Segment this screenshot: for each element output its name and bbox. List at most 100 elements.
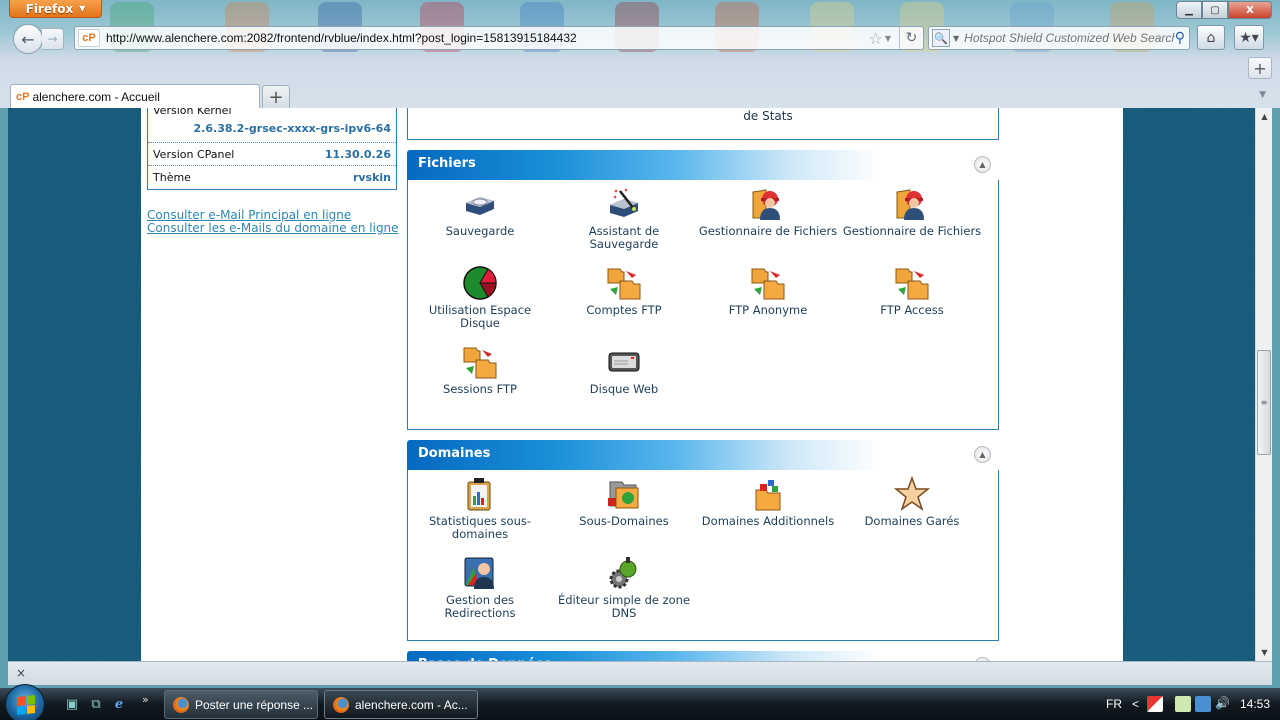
show-desktop-icon[interactable]: ▣ <box>64 696 80 712</box>
feature-item[interactable]: Disque Web <box>552 342 696 421</box>
search-engine-dropdown-icon[interactable]: ▼ <box>953 34 959 43</box>
new-tab-side-button[interactable]: + <box>1248 57 1272 79</box>
network-icon[interactable] <box>1195 696 1212 712</box>
new-tab-button[interactable]: + <box>262 85 290 108</box>
bookmark-star-icon[interactable]: ☆ <box>869 29 883 48</box>
find-bar: × <box>8 661 1272 685</box>
feature-item[interactable]: Utilisation Espace Disque <box>408 263 552 342</box>
firefox-menu-label: Firefox <box>25 1 74 16</box>
scrollbar-thumb[interactable]: ≡ <box>1257 350 1271 455</box>
taskbar-window-button[interactable]: Poster une réponse ... <box>164 690 318 719</box>
feature-sections: de Stats Fichiers ▲ Sauvegarde Assistant … <box>407 108 999 661</box>
power-icon[interactable] <box>1175 696 1192 712</box>
vertical-scrollbar[interactable]: ▲ ≡ ▼ <box>1255 108 1272 661</box>
scroll-down-icon[interactable]: ▼ <box>1256 644 1272 661</box>
firefox-icon <box>173 696 189 713</box>
taskbar-window-label: Poster une réponse ... <box>195 697 314 712</box>
subdomains-folder-icon <box>606 476 642 512</box>
feature-item-label: Statistiques sous-domaines <box>428 514 532 541</box>
redirects-person-icon <box>462 555 498 591</box>
home-button[interactable]: ⌂ <box>1197 25 1225 50</box>
feature-item[interactable]: Éditeur simple de zone DNS <box>552 553 696 632</box>
show-hidden-icons-button[interactable]: < <box>1132 697 1139 711</box>
stats-item-label[interactable]: de Stats <box>708 109 828 123</box>
server-info-table: Version Kernel 2.6.38.2-grsec-xxxx-grs-i… <box>147 108 397 190</box>
feature-item[interactable]: Gestionnaire de Fichiers <box>840 184 984 263</box>
quicklaunch-overflow-icon[interactable]: » <box>142 693 149 706</box>
feature-item-label: Disque Web <box>589 382 659 396</box>
bookmarks-star-icon: ★▾ <box>1239 29 1259 46</box>
feature-item[interactable]: Sessions FTP <box>408 342 552 421</box>
tab-active[interactable]: cP alenchere.com - Accueil <box>10 84 260 109</box>
back-button[interactable]: ← <box>13 24 43 54</box>
list-all-tabs-icon[interactable]: ▼ <box>1259 90 1266 100</box>
feature-item[interactable]: Assistant de Sauvegarde <box>552 184 696 263</box>
url-input[interactable]: http://www.alenchere.com:2082/frontend/r… <box>106 31 869 45</box>
feature-item-label: Assistant de Sauvegarde <box>588 224 660 251</box>
close-find-bar-icon[interactable]: × <box>16 666 26 680</box>
arrow-right-icon: → <box>47 32 58 46</box>
volume-icon[interactable]: 🔊 <box>1215 696 1230 712</box>
maximize-icon: ▢ <box>1210 4 1220 16</box>
close-window-button[interactable]: X <box>1228 1 1272 19</box>
info-row-cpanel-version: Version CPanel 11.30.0.26 <box>148 143 396 166</box>
site-identity-icon[interactable]: cP <box>78 29 100 47</box>
stats-section-tail: de Stats <box>407 108 999 140</box>
switch-windows-icon[interactable]: ⧉ <box>88 696 104 712</box>
reload-button[interactable]: ↻ <box>899 27 923 49</box>
search-bar[interactable]: 🔍 ▼ ⚲ <box>928 26 1190 50</box>
feature-item-label: Domaines Garés <box>864 514 960 528</box>
forward-button[interactable]: → <box>42 28 64 50</box>
info-value: rvskin <box>352 171 391 184</box>
feature-item[interactable]: Gestion des Redirections <box>408 553 552 632</box>
firefox-menu-button[interactable]: Firefox ▼ <box>9 0 102 18</box>
section-fichiers: Fichiers ▲ Sauvegarde Assistant de Sauveg… <box>407 150 999 430</box>
maximize-button[interactable]: ▢ <box>1202 1 1228 19</box>
feature-item[interactable]: Gestionnaire de Fichiers <box>696 184 840 263</box>
taskbar-window-button-active[interactable]: alenchere.com - Ac... <box>324 690 478 719</box>
minimize-button[interactable]: ▁ <box>1176 1 1202 19</box>
scroll-up-icon[interactable]: ▲ <box>1256 108 1272 125</box>
system-tray: FR < 🔊 14:53 <box>1106 688 1280 720</box>
search-input[interactable] <box>964 31 1175 45</box>
info-label: Thème <box>153 171 191 184</box>
feature-item[interactable]: FTP Access <box>840 263 984 342</box>
search-go-icon[interactable]: ⚲ <box>1175 30 1185 46</box>
chevron-up-icon: ▲ <box>979 160 986 169</box>
feature-item[interactable]: Sauvegarde <box>408 184 552 263</box>
bookmarks-menu-button[interactable]: ★▾ <box>1234 25 1264 50</box>
windows-taskbar: ▣ ⧉ e » Poster une réponse ... alenchere… <box>0 684 1280 720</box>
windows-logo-icon <box>17 695 35 715</box>
language-indicator[interactable]: FR <box>1106 697 1122 711</box>
ftp-folders-icon <box>750 265 786 301</box>
webmail-domain-link[interactable]: Consulter les e-Mails du domaine en lign… <box>147 222 399 235</box>
feature-item[interactable]: Domaines Garés <box>840 474 984 553</box>
feature-item[interactable]: Domaines Additionnels <box>696 474 840 553</box>
feature-item[interactable]: FTP Anonyme <box>696 263 840 342</box>
window-controls: ▁ ▢ X <box>1176 1 1272 19</box>
info-row-kernel: Version Kernel 2.6.38.2-grsec-xxxx-grs-i… <box>148 108 396 143</box>
address-bar[interactable]: cP http://www.alenchere.com:2082/fronten… <box>74 26 924 50</box>
collapse-section-button[interactable]: ▲ <box>974 446 991 463</box>
feature-item-label: Gestion des Redirections <box>444 593 516 620</box>
search-engine-icon[interactable]: 🔍 <box>932 29 950 47</box>
feature-item-label: Gestionnaire de Fichiers <box>698 224 838 238</box>
cpanel-favicon-icon: cP <box>16 91 30 103</box>
firefox-icon <box>333 696 349 713</box>
feature-item[interactable]: Comptes FTP <box>552 263 696 342</box>
chevron-down-icon: ▼ <box>79 4 86 13</box>
minimize-icon: ▁ <box>1185 4 1193 16</box>
section-domaines: Domaines ▲ Statistiques sous-domaines Sou… <box>407 440 999 641</box>
plus-icon: + <box>268 86 284 108</box>
internet-explorer-icon[interactable]: e <box>111 696 127 712</box>
feature-item[interactable]: Statistiques sous-domaines <box>408 474 552 553</box>
feature-item[interactable]: Sous-Domaines <box>552 474 696 553</box>
history-dropdown-icon[interactable]: ▼ <box>885 34 891 43</box>
collapse-section-button[interactable]: ▲ <box>974 156 991 173</box>
start-button[interactable] <box>5 684 45 720</box>
feature-item-label: Sous-Domaines <box>579 514 669 528</box>
section-title: Domaines <box>418 446 491 461</box>
dns-zone-gear-icon <box>606 555 642 591</box>
clock[interactable]: 14:53 <box>1240 697 1270 711</box>
security-app-icon[interactable] <box>1147 696 1164 712</box>
